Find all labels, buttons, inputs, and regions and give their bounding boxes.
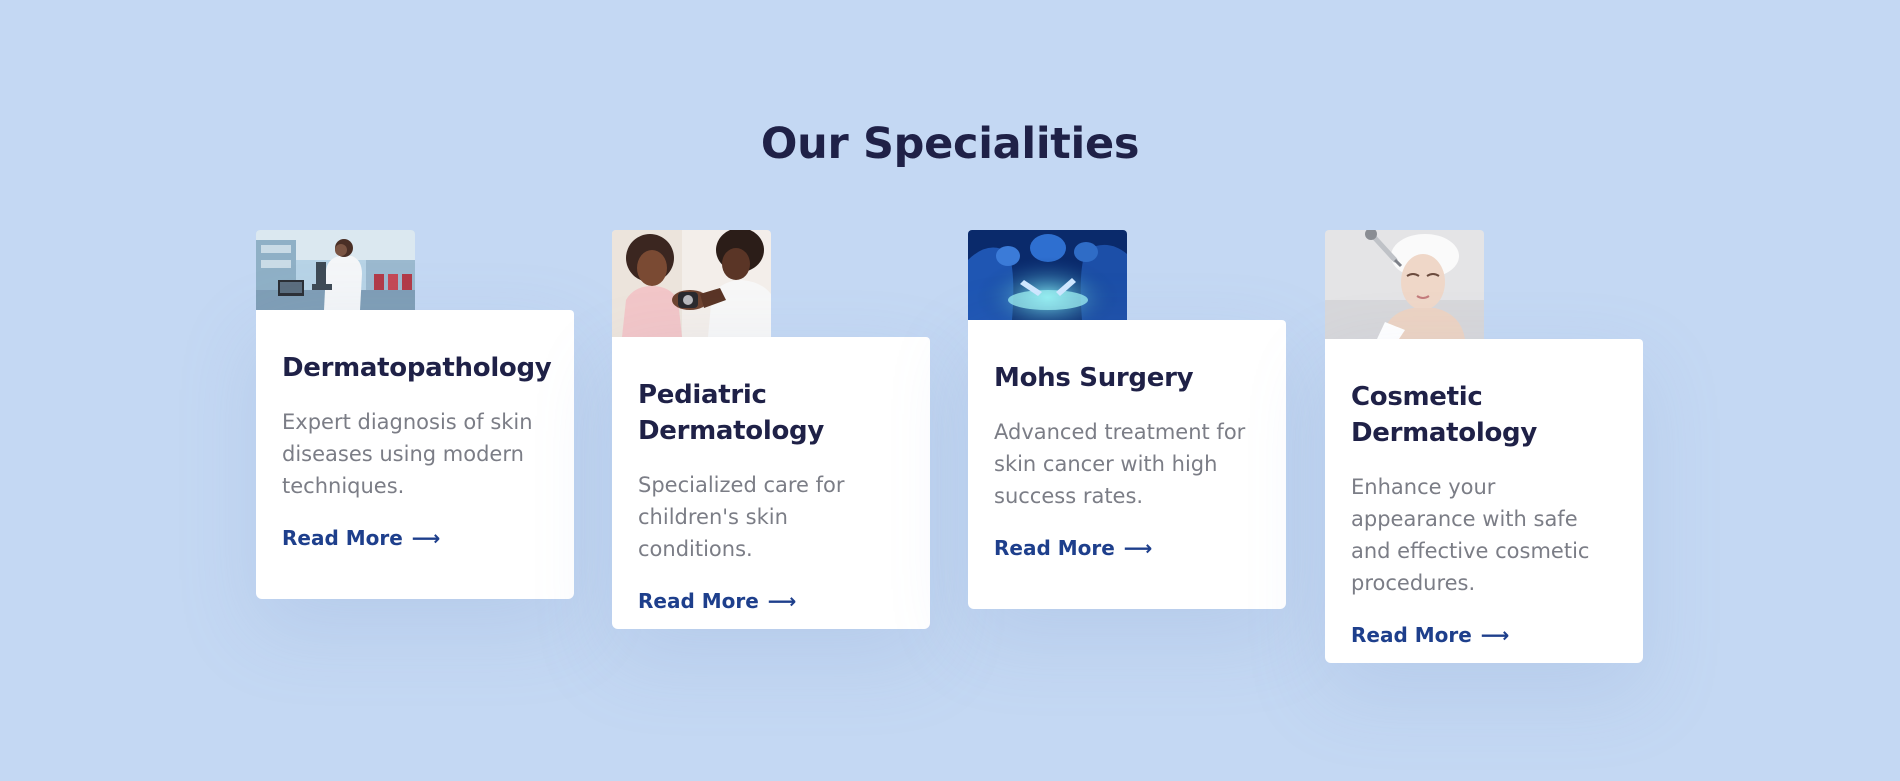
card-image	[612, 230, 771, 337]
arrow-right-icon: ⟶	[767, 589, 797, 613]
read-more-label: Read More	[282, 526, 403, 550]
card-body: Dermatopathology Expert diagnosis of ski…	[256, 310, 574, 599]
card-title: Pediatric Dermatology	[638, 380, 824, 446]
scientist-microscope-lab-photo	[256, 230, 415, 310]
read-more-label: Read More	[1351, 623, 1472, 647]
card-image	[1325, 230, 1484, 339]
read-more-link[interactable]: Read More ⟶	[282, 524, 440, 552]
card-image	[256, 230, 415, 310]
surgeons-operating-room-photo	[968, 230, 1127, 320]
card-image	[968, 230, 1127, 320]
arrow-right-icon: ⟶	[1480, 623, 1510, 647]
card-title: Cosmetic Dermatology	[1351, 382, 1537, 448]
arrow-right-icon: ⟶	[411, 526, 441, 550]
card-body: Cosmetic Dermatology Enhance your appear…	[1325, 339, 1643, 663]
read-more-link[interactable]: Read More ⟶	[1351, 621, 1509, 649]
read-more-link[interactable]: Read More ⟶	[638, 587, 796, 615]
card-description: Enhance your appearance with safe and ef…	[1351, 475, 1590, 595]
read-more-label: Read More	[638, 589, 759, 613]
card-title: Mohs Surgery	[994, 363, 1194, 393]
section-title: Our Specialities	[760, 119, 1140, 169]
card-description: Advanced treatment for skin cancer with …	[994, 420, 1246, 508]
woman-facial-treatment-photo	[1325, 230, 1484, 339]
read-more-link[interactable]: Read More ⟶	[994, 534, 1152, 562]
card-description: Expert diagnosis of skin diseases using …	[282, 410, 533, 498]
card-title: Dermatopathology	[282, 353, 552, 383]
read-more-label: Read More	[994, 536, 1115, 560]
child-doctor-exam-photo	[612, 230, 771, 337]
card-body: Mohs Surgery Advanced treatment for skin…	[968, 320, 1286, 609]
card-description: Specialized care for children's skin con…	[638, 473, 845, 561]
card-body: Pediatric Dermatology Specialized care f…	[612, 337, 930, 629]
arrow-right-icon: ⟶	[1123, 536, 1153, 560]
